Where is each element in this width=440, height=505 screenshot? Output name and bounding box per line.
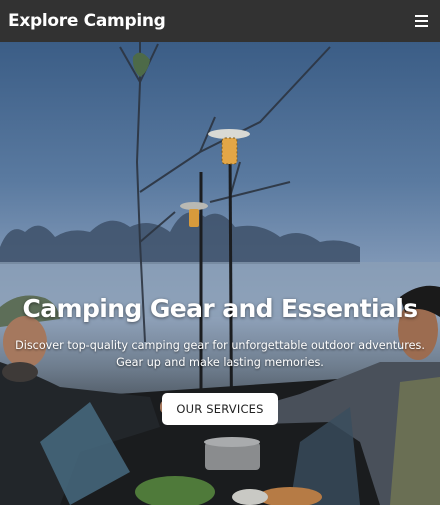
hero-content: Camping Gear and Essentials Discover top… — [0, 294, 440, 425]
brand-logo-text[interactable]: Explore Camping — [8, 11, 166, 31]
hero-section: Camping Gear and Essentials Discover top… — [0, 42, 440, 505]
hero-subtitle-line1: Discover top-quality camping gear for un… — [15, 339, 425, 352]
menu-bar — [414, 15, 428, 17]
hero-background-image — [0, 42, 440, 505]
top-navbar: Explore Camping — [0, 0, 440, 42]
hero-subtitle: Discover top-quality camping gear for un… — [4, 337, 436, 371]
hamburger-menu-icon[interactable] — [408, 8, 434, 34]
hero-title: Camping Gear and Essentials — [22, 294, 418, 323]
menu-bar — [414, 20, 428, 22]
hero-subtitle-line2: Gear up and make lasting memories. — [116, 356, 324, 369]
our-services-button[interactable]: OUR SERVICES — [162, 393, 278, 425]
menu-bar — [414, 25, 428, 27]
